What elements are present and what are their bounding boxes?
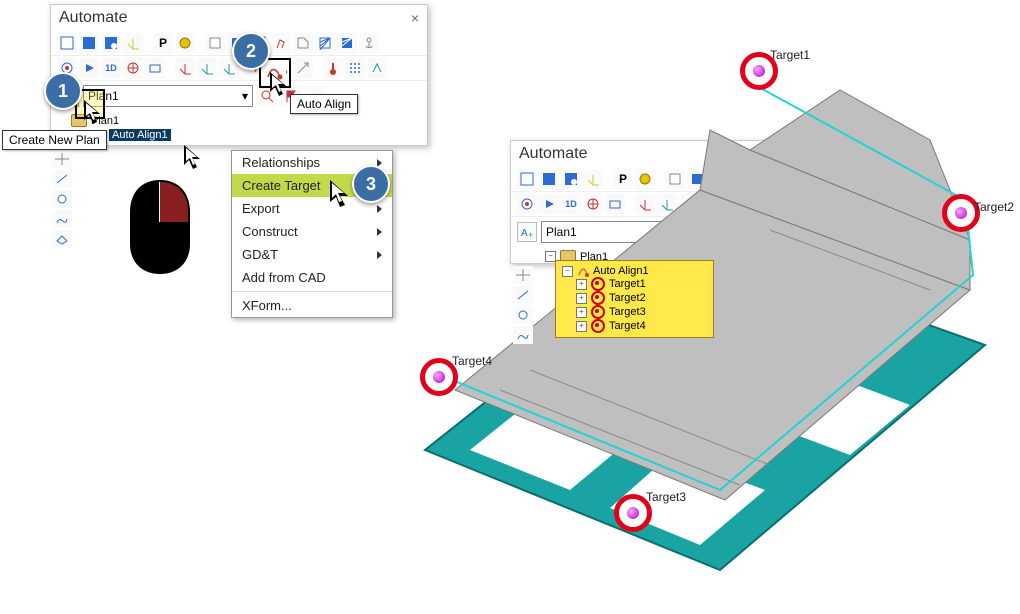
cursor-icon bbox=[84, 100, 106, 128]
tree-node-autoalign[interactable]: − Auto Align1 bbox=[562, 265, 707, 277]
tree-node-target[interactable]: + Target1 bbox=[576, 277, 707, 291]
expand-icon[interactable]: + bbox=[576, 321, 587, 332]
tool-icon[interactable] bbox=[101, 33, 121, 53]
menu-add-from-cad[interactable]: Add from CAD bbox=[232, 266, 392, 289]
line-icon[interactable] bbox=[513, 286, 533, 304]
cursor-icon bbox=[184, 145, 206, 173]
step-badge-1: 1 bbox=[44, 72, 82, 110]
circle-icon[interactable] bbox=[513, 306, 533, 324]
tag-icon[interactable] bbox=[293, 33, 313, 53]
tool-icon[interactable] bbox=[293, 58, 313, 78]
tree-node-label: Target2 bbox=[609, 292, 646, 304]
tree-root[interactable]: Plan1 bbox=[71, 113, 421, 128]
tree-node-label: Target4 bbox=[609, 320, 646, 332]
autoalign-icon bbox=[577, 265, 589, 277]
tool-icon[interactable] bbox=[57, 33, 77, 53]
crosshair-icon[interactable] bbox=[52, 150, 72, 168]
circle-icon[interactable] bbox=[52, 190, 72, 208]
expand-icon[interactable]: + bbox=[576, 279, 587, 290]
cursor-icon bbox=[270, 72, 292, 100]
target-label-2: Target2 bbox=[974, 200, 1014, 214]
axis-icon[interactable] bbox=[197, 58, 217, 78]
hatch-icon[interactable] bbox=[315, 33, 335, 53]
tree-node-target[interactable]: + Target4 bbox=[576, 319, 707, 333]
hatch-icon[interactable] bbox=[337, 33, 357, 53]
play-icon[interactable] bbox=[79, 58, 99, 78]
target-icon bbox=[591, 305, 605, 319]
expand-icon[interactable]: + bbox=[576, 307, 587, 318]
menu-divider bbox=[232, 291, 392, 292]
thermometer-icon[interactable] bbox=[323, 58, 343, 78]
tree-node-target[interactable]: + Target2 bbox=[576, 291, 707, 305]
cursor-icon bbox=[330, 180, 356, 212]
axis-icon[interactable] bbox=[123, 33, 143, 53]
tool-icon[interactable] bbox=[123, 58, 143, 78]
axis-icon[interactable] bbox=[175, 58, 195, 78]
plan-select[interactable]: Plan1 ▾ bbox=[83, 85, 253, 107]
tool-icon[interactable] bbox=[175, 33, 195, 53]
tree-node-label: Target3 bbox=[609, 306, 646, 318]
tree-node-target[interactable]: + Target3 bbox=[576, 305, 707, 319]
tree-node-label: Auto Align1 bbox=[593, 265, 649, 277]
tooltip-create-new-plan: Create New Plan bbox=[2, 130, 107, 150]
menu-gdt[interactable]: GD&T bbox=[232, 243, 392, 266]
tree-node-label: Target1 bbox=[609, 278, 646, 290]
curve-icon[interactable] bbox=[52, 210, 72, 228]
target-label-3: Target3 bbox=[646, 490, 686, 504]
menu-construct[interactable]: Construct bbox=[232, 220, 392, 243]
tool-icon[interactable] bbox=[79, 33, 99, 53]
expand-icon[interactable]: + bbox=[576, 293, 587, 304]
menu-xform[interactable]: XForm... bbox=[232, 294, 392, 317]
target-icon bbox=[591, 277, 605, 291]
curve-icon[interactable] bbox=[513, 326, 533, 344]
tool-icon[interactable]: P bbox=[153, 33, 173, 53]
target-icon bbox=[591, 291, 605, 305]
step-badge-2: 2 bbox=[232, 32, 270, 70]
viewport-toolbar-left bbox=[52, 150, 72, 248]
target-label-1: Target1 bbox=[770, 48, 810, 62]
robot-icon[interactable] bbox=[271, 33, 291, 53]
grid-icon[interactable] bbox=[345, 58, 365, 78]
mouse-icon bbox=[124, 178, 196, 278]
tool-icon[interactable]: 1D bbox=[101, 58, 121, 78]
panel-title: Automate bbox=[59, 9, 127, 27]
collapse-icon[interactable]: − bbox=[562, 266, 573, 277]
tree-highlight: − Auto Align1 + Target1 + Target2 + Target3… bbox=[555, 260, 714, 338]
line-icon[interactable] bbox=[52, 170, 72, 188]
crosshair-icon[interactable] bbox=[513, 266, 533, 284]
plane-icon[interactable] bbox=[52, 230, 72, 248]
tree-node-label: Auto Align1 bbox=[109, 129, 171, 141]
step-badge-3: 3 bbox=[352, 165, 390, 203]
chevron-down-icon: ▾ bbox=[242, 89, 248, 103]
tool-icon[interactable] bbox=[145, 58, 165, 78]
viewport-toolbar-right bbox=[513, 266, 533, 344]
tooltip-auto-align: Auto Align bbox=[290, 94, 358, 114]
tool-icon[interactable] bbox=[205, 33, 225, 53]
close-icon[interactable]: × bbox=[411, 10, 419, 26]
target-icon bbox=[591, 319, 605, 333]
target-label-4: Target4 bbox=[452, 354, 492, 368]
